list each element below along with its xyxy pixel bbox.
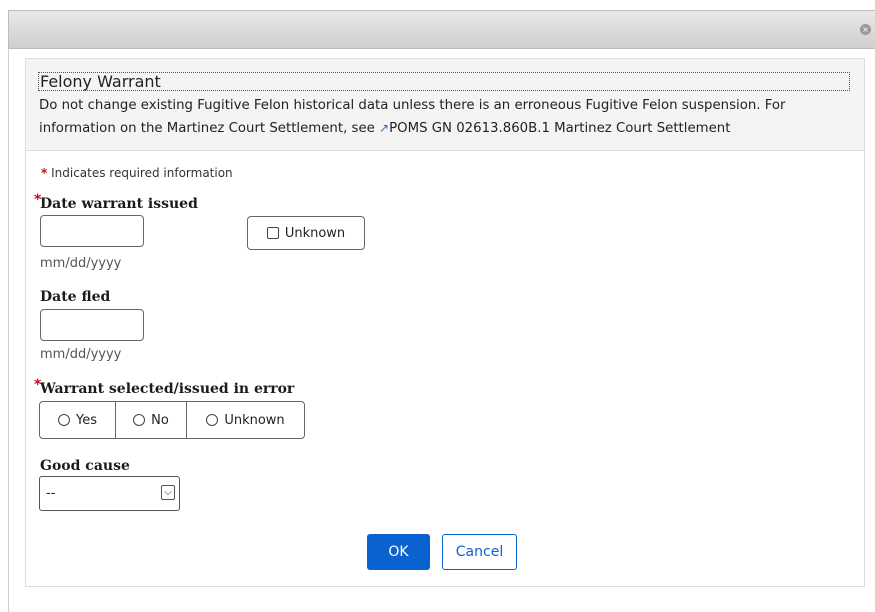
external-link-icon: ↗ [379,121,390,135]
panel-header: Felony Warrant Do not change existing Fu… [26,59,864,151]
radio-yes[interactable]: Yes [40,402,116,438]
checkbox-icon [266,227,279,239]
dialog-titlebar: × [8,10,875,49]
felony-warrant-panel: Felony Warrant Do not change existing Fu… [25,58,865,587]
date-format-hint: mm/dd/yyyy [40,347,122,362]
cancel-button[interactable]: Cancel [442,534,517,570]
radio-no[interactable]: No [116,402,187,438]
date-format-hint: mm/dd/yyyy [40,256,122,271]
date-fled-label: Date fled [40,289,111,305]
required-star: * [41,166,48,180]
required-info-note: * Indicates required information [41,166,233,180]
radio-unknown-label: Unknown [224,412,285,428]
unknown-checkbox-label: Unknown [284,225,346,241]
date-warrant-issued-input[interactable] [40,215,144,247]
chevron-down-icon: ⌵ [161,485,175,500]
radio-yes-label: Yes [76,412,97,428]
poms-link[interactable]: POMS GN 02613.860B.1 Martinez Court Sett… [389,121,730,136]
warrant-error-radio-group: Yes No Unknown [39,401,305,439]
radio-unknown[interactable]: Unknown [187,402,304,438]
radio-icon [133,414,146,426]
page-left-border [8,49,9,612]
warrant-error-label: Warrant selected/issued in error [40,381,295,397]
ok-button[interactable]: OK [367,534,430,570]
panel-title: Felony Warrant [38,72,850,91]
header-instructions: Do not change existing Fugitive Felon hi… [39,94,859,140]
date-fled-input[interactable] [40,309,144,341]
radio-icon [58,414,70,426]
good-cause-selected-value: -- [46,486,56,501]
radio-icon [206,414,219,426]
radio-no-label: No [151,412,169,428]
good-cause-label: Good cause [40,458,130,474]
close-icon[interactable]: × [860,24,871,35]
good-cause-select[interactable]: -- ⌵ [39,476,180,511]
required-note-text: Indicates required information [51,166,233,180]
date-warrant-issued-label: Date warrant issued [40,196,198,212]
unknown-date-checkbox[interactable]: Unknown [247,216,365,250]
